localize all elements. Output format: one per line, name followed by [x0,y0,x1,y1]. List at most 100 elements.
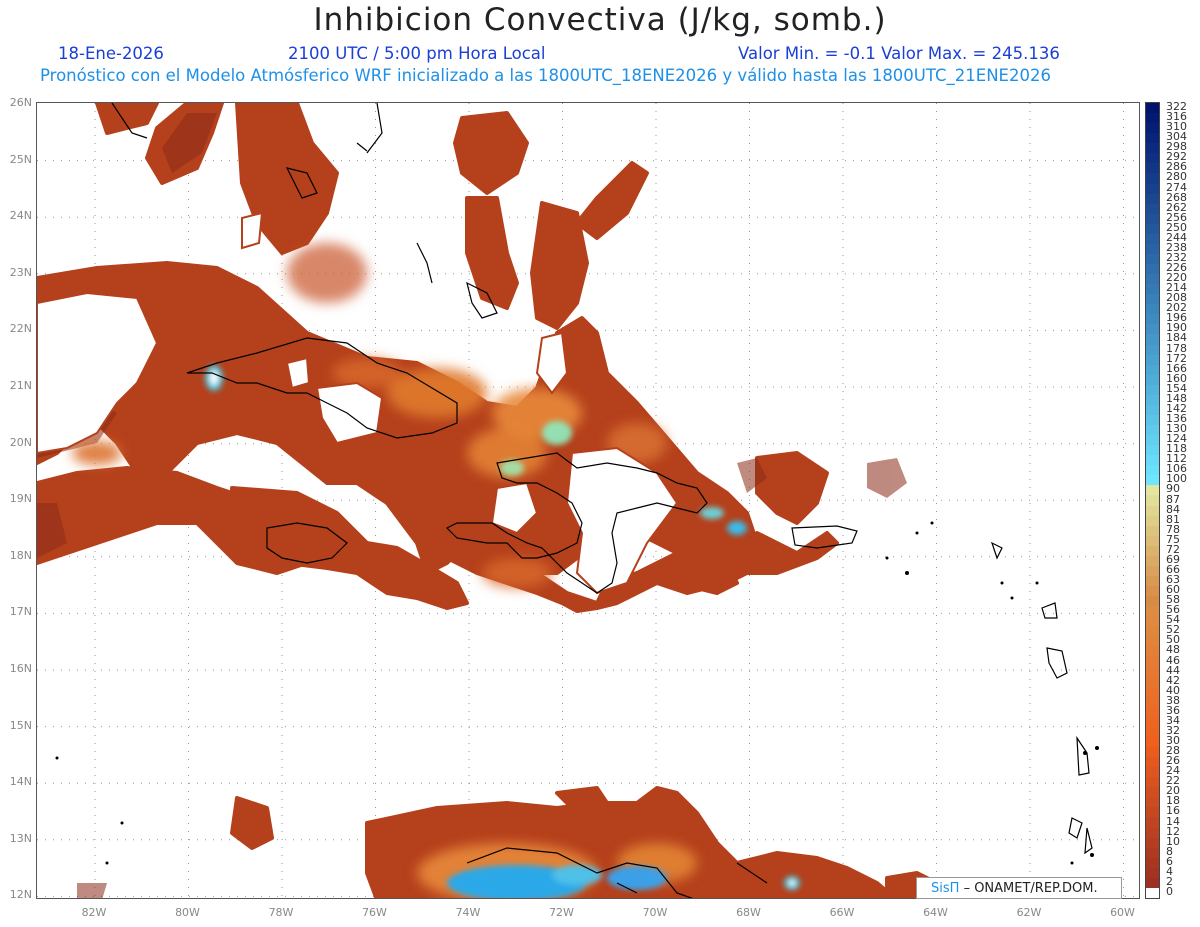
credit-text: – ONAMET/REP.DOM. [963,881,1098,896]
colorbar-swatch [1146,555,1159,567]
colorbar-swatch [1146,495,1159,507]
colorbar [1145,102,1160,899]
colorbar-swatch [1146,113,1159,124]
colorbar-swatch [1146,143,1159,154]
colorbar-swatch [1146,575,1159,587]
colorbar-swatch [1146,314,1159,325]
colorbar-swatch [1146,656,1159,668]
lon-label: 72W [549,906,574,919]
colorbar-swatch [1146,797,1159,808]
map-title: Inhibicion Convectiva (J/kg, somb.) [313,2,887,38]
colorbar-swatch [1146,243,1159,255]
lat-label: 26N [9,96,32,109]
lon-label: 68W [736,906,761,919]
colorbar-swatch [1146,414,1159,426]
colorbar-swatch [1146,596,1159,607]
lon-label: 70W [642,906,668,919]
lat-label: 22N [9,322,32,336]
forecast-date: 18-Ene-2026 [58,44,164,63]
colorbar-swatch [1146,646,1159,657]
colorbar-swatch [1146,757,1159,768]
min-max-values: Valor Min. = -0.1 Valor Max. = 245.136 [738,44,1060,63]
colorbar-swatch [1146,716,1159,728]
lat-label: 18N [9,548,32,562]
colorbar-swatch [1146,857,1159,869]
colorbar-swatch [1146,364,1159,376]
colorbar-swatch [1146,586,1159,597]
colorbar-swatch [1146,193,1159,205]
colorbar-swatch [1146,264,1159,275]
colorbar-swatch [1146,374,1159,386]
lat-label: 15N [9,718,32,732]
lat-label: 16N [9,662,32,675]
colorbar-swatch [1146,616,1159,627]
colorbar-swatch [1146,525,1159,537]
cin-field-map [37,103,1139,898]
colorbar-swatch [1146,535,1159,547]
colorbar-swatch [1146,767,1159,778]
colorbar-swatch [1146,455,1159,466]
colorbar-swatch [1146,626,1159,637]
lon-label: 62W [1016,906,1042,919]
lon-label: 66W [829,906,855,919]
colorbar-swatch [1146,344,1159,356]
colorbar-swatch [1146,435,1159,446]
credit-box: SisΠ – ONAMET/REP.DOM. [916,877,1122,899]
lon-label: 60W [1110,906,1135,919]
colorbar-swatch [1146,153,1159,164]
colorbar-swatch [1146,223,1159,235]
lon-label: 80W [175,906,200,919]
cin-field [37,103,939,898]
colorbar-swatch [1146,686,1159,698]
lat-label: 14N [9,775,32,789]
colorbar-swatch [1146,606,1159,617]
colorbar-swatch [1146,807,1159,818]
colorbar-swatch [1146,324,1159,335]
colorbar-swatch [1146,777,1159,788]
colorbar-swatch [1146,253,1159,265]
lat-label: 19N [9,492,32,506]
colorbar-swatch [1146,394,1159,406]
sispi-logo: SisΠ [931,881,960,896]
lat-label: 12N [9,888,32,902]
colorbar-swatch [1146,485,1159,496]
colorbar-swatch [1146,404,1159,416]
colorbar-swatch [1146,274,1159,285]
colorbar-swatch [1146,706,1159,718]
colorbar-swatch [1146,726,1159,738]
colorbar-swatch [1146,747,1159,758]
colorbar-swatch [1146,847,1159,859]
colorbar-swatch [1146,284,1159,295]
colorbar-swatch [1146,233,1159,245]
colorbar-swatch [1146,837,1159,849]
lon-label: 74W [455,906,481,919]
colorbar-label: 0 [1166,884,1173,898]
lat-label: 21N [9,379,32,392]
lat-label: 23N [9,265,32,279]
colorbar-swatch [1146,163,1159,174]
lat-label: 24N [9,209,32,223]
lon-label: 64W [923,906,948,919]
colorbar-swatch [1146,636,1159,647]
lat-label: 13N [9,831,32,845]
colorbar-swatch [1146,565,1159,577]
colorbar-swatch [1146,123,1159,134]
colorbar-swatch [1146,676,1159,688]
colorbar-swatch [1146,203,1159,215]
colorbar-swatch [1146,787,1159,798]
colorbar-swatch [1146,867,1159,879]
forecast-time: 2100 UTC / 5:00 pm Hora Local [288,44,546,63]
colorbar-swatch [1146,515,1159,527]
colorbar-swatch [1146,334,1159,346]
map-panel [36,102,1140,899]
colorbar-swatch [1146,294,1159,305]
lat-label: 17N [9,605,32,619]
lat-label: 25N [9,152,32,166]
colorbar-swatch [1146,133,1159,144]
colorbar-swatch [1146,545,1159,557]
colorbar-swatch [1146,304,1159,315]
model-info: Pronóstico con el Modelo Atmósferico WRF… [40,66,1051,85]
colorbar-swatch [1146,817,1159,829]
colorbar-swatch [1146,103,1159,114]
colorbar-swatch [1146,736,1159,748]
